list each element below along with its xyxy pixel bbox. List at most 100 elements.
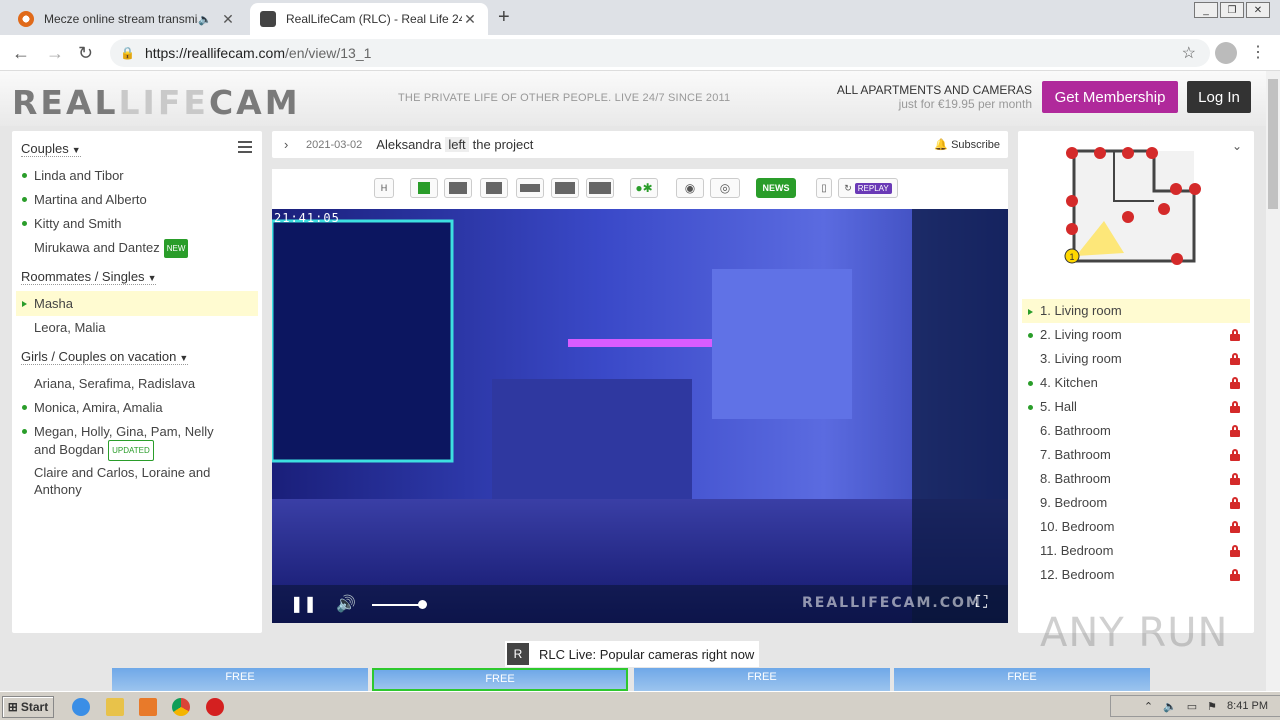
start-button[interactable]: ⊞ Start	[2, 696, 54, 718]
sidebar-item[interactable]: Leora, Malia	[16, 315, 258, 340]
scrollbar-thumb[interactable]	[1268, 79, 1278, 209]
tray-arrow-icon[interactable]: ⌃	[1144, 700, 1153, 713]
group-title: Roommates / Singles	[21, 269, 145, 284]
volume-icon[interactable]: 🔊	[336, 594, 356, 614]
browser-menu-icon[interactable]: ⋮	[1250, 42, 1266, 62]
pause-icon[interactable]: ❚❚	[290, 594, 317, 614]
page-scrollbar[interactable]	[1266, 71, 1280, 691]
back-arrow-icon[interactable]: ←	[12, 43, 30, 64]
layout-split-icon	[486, 182, 502, 194]
folder-icon[interactable]	[106, 698, 124, 716]
group-vacation[interactable]: Girls / Couples on vacation ▼	[21, 349, 189, 365]
floorplan-map[interactable]: 1	[1064, 141, 1204, 266]
layout-full-button[interactable]	[586, 178, 614, 198]
ie-icon[interactable]	[72, 698, 90, 716]
flag-icon[interactable]: ⚑	[1207, 700, 1217, 713]
camera-thumbnail[interactable]: FREE	[112, 668, 368, 691]
room-item[interactable]: 1. Living room	[1022, 299, 1250, 323]
new-tab-button[interactable]: +	[498, 6, 510, 29]
sidebar-item[interactable]: Martina and Alberto	[16, 187, 258, 212]
sidebar-item[interactable]: Ariana, Serafima, Radislava	[16, 371, 258, 396]
eye-alt-button[interactable]: ◎	[710, 178, 740, 198]
mobile-button[interactable]: ▯	[816, 178, 832, 198]
room-item[interactable]: 4. Kitchen	[1022, 371, 1250, 395]
layout-split-button[interactable]	[480, 178, 508, 198]
volume-tray-icon[interactable]: 🔈	[1163, 700, 1177, 713]
subscribe-button[interactable]: 🔔 Subscribe	[934, 138, 1000, 151]
lock-icon[interactable]: 🔒	[120, 46, 135, 60]
room-item[interactable]: 3. Living room	[1022, 347, 1250, 371]
rlc-favicon-icon	[260, 11, 276, 27]
group-couples[interactable]: Couples ▼	[21, 141, 81, 157]
subscribe-label: Subscribe	[951, 139, 1000, 151]
url-text: https://reallifecam.com/en/view/13_1	[145, 45, 371, 61]
restore-icon[interactable]: ❐	[1220, 2, 1244, 18]
room-item[interactable]: 11. Bedroom	[1022, 539, 1250, 563]
layout-grid-button[interactable]	[551, 178, 579, 198]
room-item[interactable]: 9. Bedroom	[1022, 491, 1250, 515]
hd-button[interactable]: H	[374, 178, 394, 198]
camera-thumbnail[interactable]: FREE	[894, 668, 1150, 691]
chevron-right-icon[interactable]: ›	[284, 137, 292, 152]
room-item[interactable]: 5. Hall	[1022, 395, 1250, 419]
bookmark-star-icon[interactable]: ☆	[1182, 43, 1196, 63]
url-bar[interactable]: 🔒 https://reallifecam.com/en/view/13_1 ☆	[110, 39, 1210, 67]
room-item[interactable]: 2. Living room	[1022, 323, 1250, 347]
replay-icon: ↻	[844, 182, 852, 193]
group-roommates[interactable]: Roommates / Singles ▼	[21, 269, 157, 285]
rlc-logo-icon: R	[507, 643, 529, 665]
sidebar-item[interactable]: Monica, Amira, Amalia	[16, 395, 258, 420]
close-tab-icon[interactable]: ✕	[220, 11, 236, 28]
chevron-down-icon[interactable]: ⌄	[1232, 139, 1242, 153]
camera-thumbnail[interactable]: FREE	[634, 668, 890, 691]
sidebar-item[interactable]: Claire and Carlos, Loraine and Anthony	[16, 460, 216, 502]
sidebar-item-label: Mirukawa and Dantez	[34, 240, 160, 255]
news-action: left	[445, 137, 469, 152]
speaker-icon[interactable]: 🔈	[198, 13, 212, 26]
media-player-icon[interactable]	[139, 698, 157, 716]
layout-wide-button[interactable]	[444, 178, 472, 198]
login-button[interactable]: Log In	[1187, 81, 1251, 113]
room-item[interactable]: 12. Bedroom	[1022, 563, 1250, 587]
sidebar-item[interactable]: Megan, Holly, Gina, Pam, Nelly and Bogda…	[16, 419, 236, 465]
hamburger-menu-icon[interactable]	[238, 141, 252, 153]
news-bar: › 2021-03-02 Aleksandra left the project…	[272, 131, 1008, 158]
close-window-icon[interactable]: ✕	[1246, 2, 1270, 18]
volume-slider-handle[interactable]	[418, 600, 427, 609]
eye-button[interactable]: ◉	[676, 178, 704, 198]
motion-button[interactable]: ●✱	[630, 178, 658, 198]
layout-two-button[interactable]	[516, 178, 544, 198]
room-item[interactable]: 8. Bathroom	[1022, 467, 1250, 491]
reload-icon[interactable]: ↻	[78, 43, 93, 64]
video-player[interactable]: 21:41:05 ❚❚ 🔊 REALLIFECAM.COM ⛶	[272, 209, 1008, 623]
news-button[interactable]: NEWS	[756, 178, 796, 198]
room-item[interactable]: 10. Bedroom	[1022, 515, 1250, 539]
logo-text: REAL	[12, 83, 119, 122]
layout-single-button[interactable]	[410, 178, 438, 198]
site-logo[interactable]: REALLIFECAM	[12, 83, 301, 122]
fullscreen-icon[interactable]: ⛶	[976, 594, 987, 612]
chrome-icon[interactable]	[172, 698, 190, 716]
profile-avatar[interactable]	[1215, 42, 1237, 64]
get-membership-button[interactable]: Get Membership	[1042, 81, 1178, 113]
room-item[interactable]: 6. Bathroom	[1022, 419, 1250, 443]
camera-thumbnail[interactable]: FREE	[372, 668, 628, 691]
tab-title: RealLifeCam (RLC) - Real Life 24/7	[286, 12, 462, 26]
sidebar-item-label: Leora, Malia	[34, 320, 106, 335]
clock[interactable]: 8:41 PM	[1227, 700, 1268, 712]
sidebar-item[interactable]: Kitty and Smith	[16, 211, 258, 236]
forward-arrow-icon[interactable]: →	[46, 43, 64, 64]
sidebar-item[interactable]: Linda and Tibor	[16, 163, 258, 188]
sidebar-item[interactable]: Masha	[16, 291, 258, 316]
opera-icon[interactable]	[206, 698, 224, 716]
replay-button[interactable]: ↻ REPLAY	[838, 178, 898, 198]
sidebar-item[interactable]: Mirukawa and Dantez NEW	[16, 235, 258, 262]
tab-mecze[interactable]: Mecze online stream transmisje 🔈 ✕	[8, 3, 246, 35]
network-icon[interactable]: ▭	[1187, 700, 1197, 713]
close-tab-icon[interactable]: ✕	[462, 11, 478, 28]
tab-reallifecam[interactable]: RealLifeCam (RLC) - Real Life 24/7 ✕	[250, 3, 488, 35]
minimize-icon[interactable]: _	[1194, 2, 1218, 18]
address-toolbar: ← → ↻ 🔒 https://reallifecam.com/en/view/…	[0, 35, 1280, 71]
volume-slider[interactable]	[372, 604, 422, 606]
room-item[interactable]: 7. Bathroom	[1022, 443, 1250, 467]
